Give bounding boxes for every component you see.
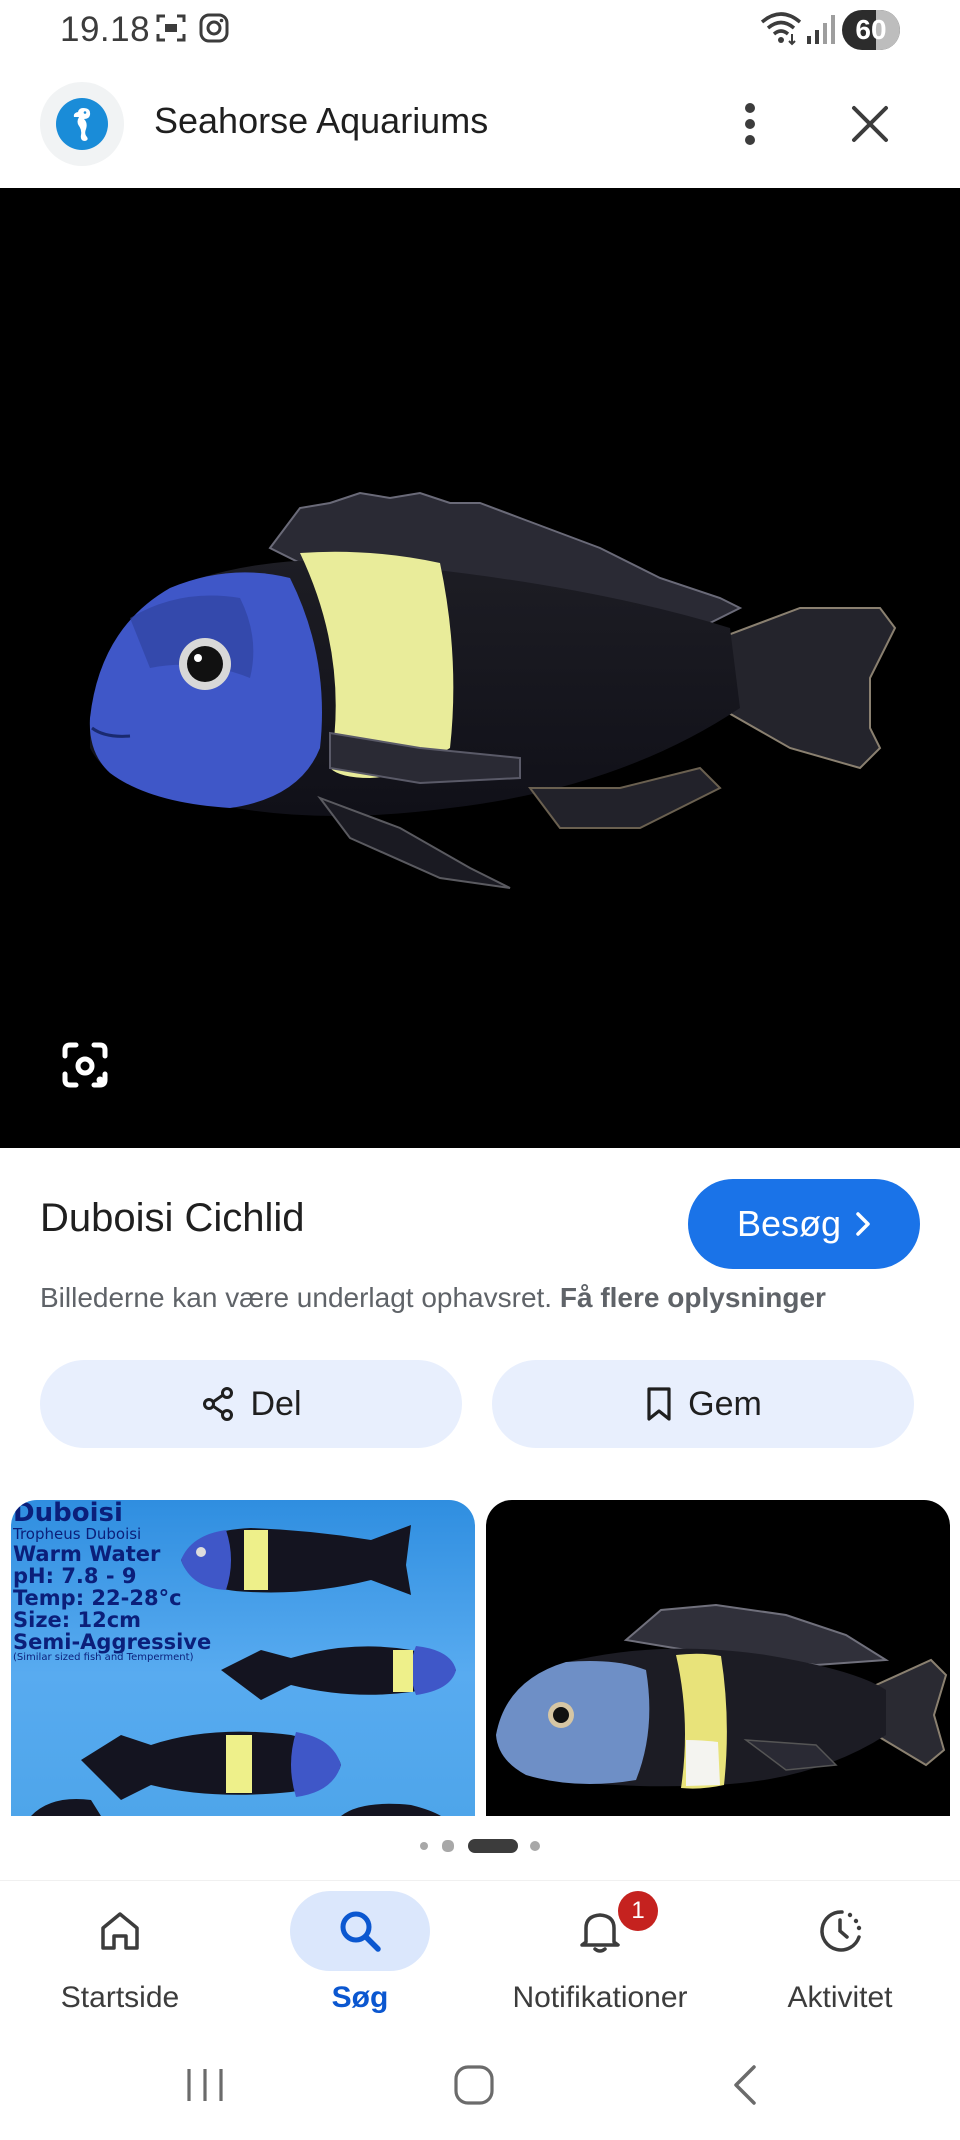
wifi-icon xyxy=(760,12,802,46)
fish-photo xyxy=(89,491,897,889)
carousel-dot xyxy=(442,1840,454,1852)
back-icon xyxy=(734,2065,756,2105)
nav-home[interactable]: Startside xyxy=(0,1881,240,2031)
chevron-right-icon xyxy=(856,1212,870,1236)
site-title[interactable]: Seahorse Aquariums xyxy=(154,100,488,142)
save-label: Gem xyxy=(688,1384,762,1423)
bell-icon xyxy=(580,1913,620,1953)
status-bar: 19.18 60 xyxy=(0,0,960,62)
close-button[interactable] xyxy=(830,84,910,164)
result-title: Duboisi Cichlid xyxy=(40,1196,305,1240)
nav-search-label: Søg xyxy=(331,1981,389,2014)
related-image-left[interactable]: Duboisi Tropheus Duboisi Warm Water pH: … xyxy=(11,1500,475,1816)
hero-image[interactable] xyxy=(0,188,960,1148)
more-options-button[interactable] xyxy=(710,84,790,164)
nav-notifications-label: Notifikationer xyxy=(512,1981,688,2014)
recent-apps-icon xyxy=(187,2069,223,2101)
visit-button-label: Besøg xyxy=(736,1203,842,1244)
activity-icon xyxy=(820,1910,862,1952)
nav-search[interactable]: Søg xyxy=(240,1881,480,2031)
nav-activity[interactable]: Aktivitet xyxy=(720,1881,960,2031)
carousel-dot-active xyxy=(468,1839,518,1853)
notification-badge: 1 xyxy=(618,1891,658,1931)
battery-level: 60 xyxy=(855,14,887,45)
google-lens-button[interactable] xyxy=(54,1034,116,1096)
seahorse-icon xyxy=(73,108,91,141)
instagram-icon xyxy=(199,13,229,43)
signal-icon xyxy=(807,15,835,44)
thumb-fish-photo xyxy=(496,1603,948,1789)
copyright-notice: Billederne kan være underlagt ophavsret.… xyxy=(40,1282,826,1314)
google-lens-icon xyxy=(62,1042,108,1088)
bottom-navigation: Startside Søg 1 Notifikationer Aktivitet xyxy=(0,1880,960,2030)
thumb-fish-illustration xyxy=(31,1525,456,1816)
carousel-dot xyxy=(530,1841,540,1851)
status-time: 19.18 xyxy=(60,10,151,49)
copyright-text: Billederne kan være underlagt ophavsret. xyxy=(40,1282,553,1313)
app-header: Seahorse Aquariums xyxy=(0,62,960,188)
share-button[interactable]: Del xyxy=(40,1360,462,1448)
battery-icon: 60 xyxy=(842,10,900,50)
carousel-dot xyxy=(420,1842,428,1850)
related-image-right[interactable] xyxy=(486,1500,950,1816)
home-icon xyxy=(101,1912,139,1950)
share-icon xyxy=(203,1387,234,1421)
close-icon xyxy=(852,106,888,142)
home-circle-icon xyxy=(454,2065,494,2105)
screenshot-icon xyxy=(156,14,186,42)
more-vertical-icon xyxy=(745,103,755,145)
search-icon xyxy=(340,1911,381,1952)
carousel-indicator xyxy=(0,1838,960,1854)
recent-apps-button[interactable] xyxy=(165,2050,245,2120)
site-logo[interactable] xyxy=(40,82,124,166)
visit-button[interactable]: Besøg xyxy=(688,1179,920,1269)
nav-notifications[interactable]: 1 Notifikationer xyxy=(480,1881,720,2031)
save-button[interactable]: Gem xyxy=(492,1360,914,1448)
nav-home-label: Startside xyxy=(60,1981,180,2014)
more-info-link[interactable]: Få flere oplysninger xyxy=(560,1282,826,1313)
nav-activity-label: Aktivitet xyxy=(787,1981,893,2014)
home-system-button[interactable] xyxy=(434,2050,514,2120)
back-button[interactable] xyxy=(704,2050,784,2120)
share-label: Del xyxy=(250,1384,302,1423)
system-navigation xyxy=(0,2030,960,2140)
bookmark-icon xyxy=(647,1387,671,1421)
